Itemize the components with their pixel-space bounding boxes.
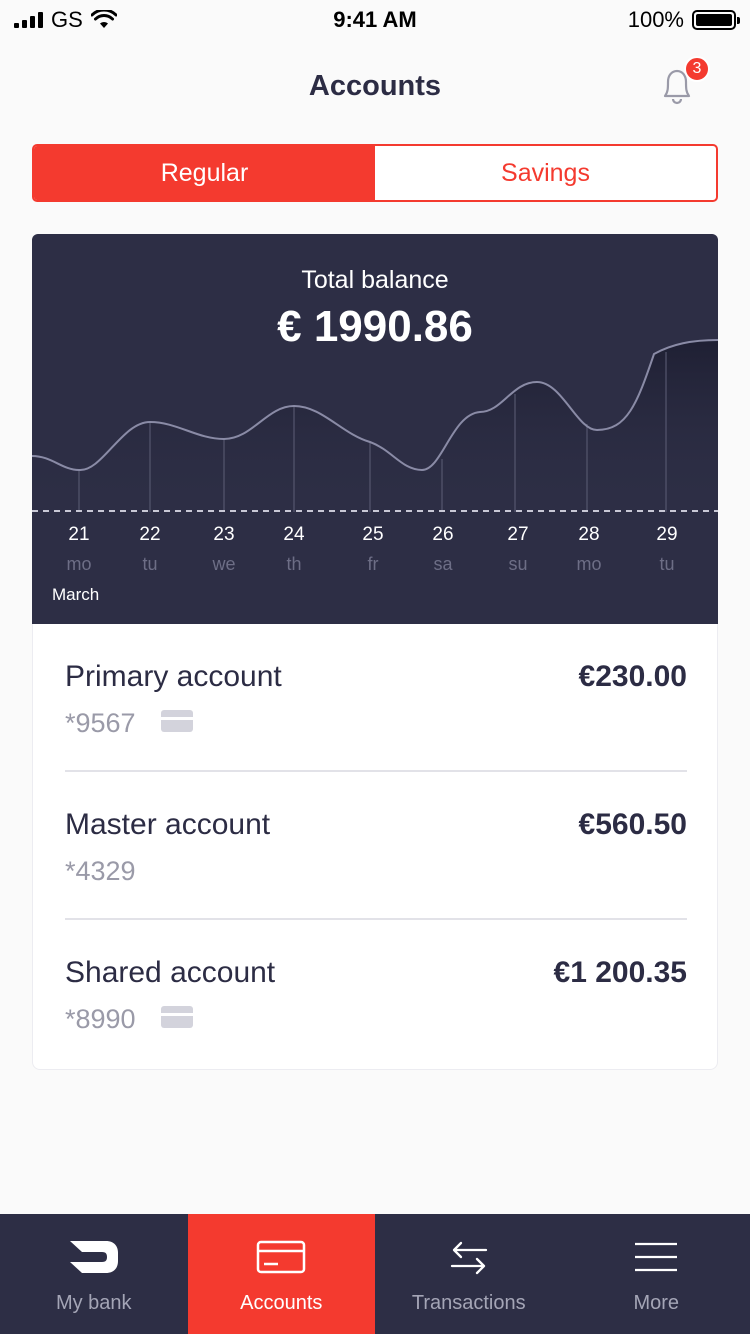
tab-my-bank[interactable]: My bank — [0, 1214, 188, 1334]
account-number: *8990 — [65, 1004, 136, 1034]
account-row-primary[interactable]: Primary account €230.00 *9567 — [65, 624, 687, 772]
account-name: Master account — [65, 808, 271, 841]
day-item[interactable]: 29 tu — [637, 524, 697, 575]
tab-more[interactable]: More — [563, 1214, 750, 1334]
total-balance-label: Total balance — [301, 266, 449, 294]
account-name: Primary account — [65, 660, 282, 693]
day-item[interactable]: 28 mo — [559, 524, 619, 575]
status-bar: GS 9:41 AM 100% — [0, 0, 750, 40]
balance-card: Total balance € 1990.86 21 mo 22 tu 23 w… — [32, 234, 718, 624]
battery-icon — [692, 10, 740, 30]
status-right: 100% — [627, 7, 740, 33]
tab-label: Transactions — [411, 1292, 526, 1314]
day-item[interactable]: 21 mo — [49, 524, 109, 575]
day-item[interactable]: 24 th — [264, 524, 324, 575]
account-amount: €230.00 — [578, 660, 687, 693]
account-row-master[interactable]: Master account €560.50 *4329 — [65, 772, 687, 920]
segment-regular[interactable]: Regular — [34, 146, 375, 200]
account-name: Shared account — [65, 956, 276, 989]
card-icon — [161, 1006, 193, 1028]
day-name: tu — [142, 554, 158, 574]
day-number: 21 — [68, 524, 90, 545]
account-row-shared[interactable]: Shared account €1 200.35 *8990 — [65, 920, 687, 1068]
page-title: Accounts — [308, 70, 442, 102]
notification-badge: 3 — [684, 56, 710, 82]
card-icon — [161, 710, 193, 732]
day-name: mo — [576, 554, 602, 574]
account-number: *9567 — [65, 708, 136, 738]
total-balance-value: € 1990.86 — [277, 302, 473, 351]
day-name: fr — [367, 554, 379, 574]
day-number: 27 — [507, 524, 529, 545]
card-icon — [257, 1240, 306, 1274]
day-number: 25 — [362, 524, 384, 545]
segment-savings[interactable]: Savings — [375, 146, 716, 200]
transfer-arrows-icon — [450, 1241, 487, 1275]
month-label: March — [52, 585, 100, 604]
day-name: tu — [659, 554, 675, 574]
tab-label: Accounts — [240, 1292, 323, 1314]
wifi-icon — [90, 10, 117, 28]
bank-logo-icon — [69, 1241, 118, 1273]
day-number: 23 — [213, 524, 235, 545]
day-item[interactable]: 27 su — [488, 524, 548, 575]
day-item[interactable]: 22 tu — [120, 524, 180, 575]
day-name: mo — [66, 554, 92, 574]
tab-label: My bank — [55, 1292, 132, 1314]
account-type-segment: Regular Savings — [32, 144, 718, 202]
day-item[interactable]: 25 fr — [343, 524, 403, 575]
account-amount: €560.50 — [578, 808, 687, 841]
day-number: 28 — [578, 524, 600, 545]
status-left: GS — [14, 7, 117, 33]
tab-transactions[interactable]: Transactions — [375, 1214, 563, 1334]
day-item[interactable]: 23 we — [194, 524, 254, 575]
day-item[interactable]: 26 sa — [413, 524, 473, 575]
signal-icon — [14, 12, 43, 28]
day-number: 24 — [283, 524, 305, 545]
day-number: 26 — [432, 524, 454, 545]
menu-icon — [635, 1242, 678, 1272]
day-number: 29 — [656, 524, 678, 545]
day-name: th — [286, 554, 302, 574]
tab-label: More — [633, 1292, 680, 1314]
day-name: su — [508, 554, 528, 574]
tab-bar: My bank Accounts Transactions More — [0, 1214, 750, 1334]
account-amount: €1 200.35 — [553, 956, 687, 989]
day-number: 22 — [139, 524, 161, 545]
day-name: we — [212, 554, 236, 574]
battery-percent: 100% — [627, 7, 684, 32]
accounts-list: Primary account €230.00 *9567 Master acc… — [32, 624, 718, 1070]
account-number: *4329 — [65, 856, 136, 886]
carrier-label: GS — [51, 7, 83, 32]
day-name: sa — [433, 554, 453, 574]
tab-accounts[interactable]: Accounts — [187, 1214, 375, 1334]
